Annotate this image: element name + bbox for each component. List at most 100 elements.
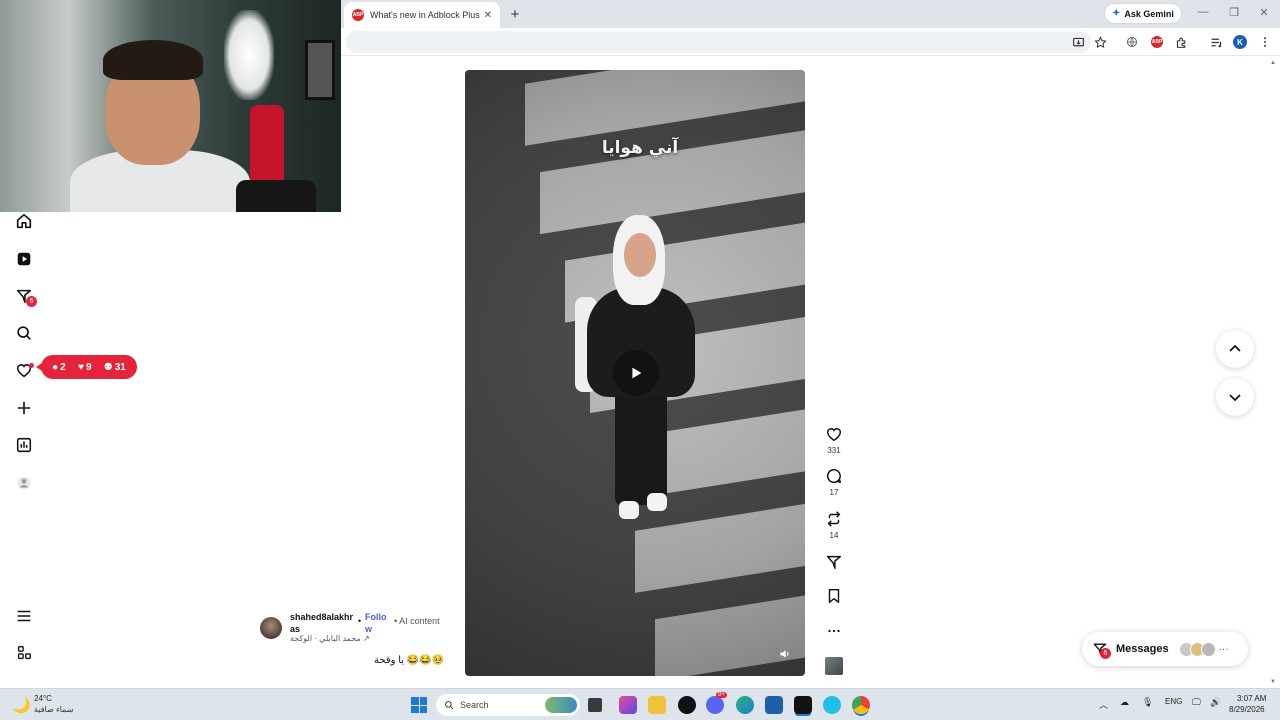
weather-description[interactable]: سماء صافية [34, 705, 74, 714]
tab-title: What's new in Adblock Plus [370, 10, 480, 20]
globe-extension-icon[interactable] [1124, 34, 1140, 50]
audio-attribution[interactable]: ↗ محمد البابلي · الوكحة [290, 634, 370, 643]
windows-start-icon[interactable] [411, 697, 427, 713]
extensions-puzzle-icon[interactable] [1173, 34, 1189, 50]
like-button[interactable]: 331 [822, 425, 846, 455]
close-window-icon[interactable]: ✕ [1257, 6, 1271, 19]
save-button[interactable] [822, 587, 846, 605]
edge-icon[interactable] [736, 696, 754, 714]
profile-icon[interactable] [13, 472, 35, 494]
new-tab-button[interactable]: + [506, 5, 524, 23]
volume-icon[interactable] [777, 646, 793, 662]
heart-icon [826, 428, 842, 442]
windows-taskbar: 🌙 24°C سماء صافية Search 9+ ︿ ☁ 🎙 ENG 🖵 … [0, 688, 1280, 720]
ask-gemini-button[interactable]: ✦ Ask Gemini [1105, 4, 1181, 23]
send-icon [826, 555, 842, 570]
task-view-icon[interactable] [588, 698, 602, 712]
clock-time[interactable]: 3:07 AM [1237, 694, 1266, 703]
create-plus-icon[interactable] [13, 397, 35, 419]
ask-gemini-label: Ask Gemini [1124, 8, 1174, 19]
opera-gx-icon[interactable] [678, 696, 696, 714]
microphone-icon[interactable]: 🎙 [1142, 697, 1153, 708]
bookmark-star-icon[interactable] [1092, 34, 1108, 50]
chevron-up-icon [1229, 344, 1241, 352]
tray-overflow-icon[interactable]: ︿ [1099, 698, 1108, 711]
speaker-icon[interactable]: 🔊 [1210, 697, 1221, 708]
weather-temperature[interactable]: 24°C [34, 694, 52, 703]
browser-toolbar: ABP K [340, 28, 1280, 56]
moon-weather-icon[interactable]: 🌙 [12, 696, 31, 714]
also-from-meta-icon[interactable] [13, 642, 35, 664]
scrollbar-down-arrow[interactable]: ▼ [1270, 679, 1276, 685]
dashboard-icon[interactable] [13, 434, 35, 456]
webcam-overlay [0, 0, 341, 212]
adblock-extension-icon[interactable]: ABP [1151, 36, 1163, 48]
audio-thumbnail[interactable] [825, 657, 843, 675]
monitor-icon[interactable]: 🖵 [1192, 697, 1201, 708]
send-icon: 6 [1092, 641, 1111, 659]
messages-badge: 6 [1100, 648, 1111, 659]
minimize-icon[interactable]: — [1196, 6, 1210, 18]
activity-comments: ● 2 [52, 362, 66, 373]
gemini-spark-icon: ✦ [1112, 8, 1121, 19]
activity-summary-pill[interactable]: ● 2 ♥ 9 ⚉ 31 [36, 355, 137, 379]
search-icon [445, 701, 454, 710]
messages-button[interactable]: 6 Messages ··· [1082, 632, 1248, 666]
address-bar[interactable] [346, 31, 1091, 53]
comment-count: 17 [829, 488, 839, 497]
comment-icon [826, 468, 842, 484]
network-cloud-icon[interactable]: ☁ [1120, 697, 1129, 708]
copilot-icon[interactable] [619, 696, 637, 714]
search-icon[interactable] [13, 322, 35, 344]
install-app-icon[interactable] [1070, 34, 1086, 50]
play-icon[interactable] [613, 350, 659, 396]
author-avatar[interactable] [260, 617, 282, 639]
avatar [1200, 641, 1216, 657]
chrome-icon[interactable] [852, 696, 870, 714]
repost-icon [827, 511, 841, 527]
tab-close-button[interactable]: ✕ [484, 10, 492, 21]
previous-reel-button[interactable] [1216, 330, 1254, 368]
notifications-badge: 6 [26, 296, 37, 307]
discord-icon[interactable] [706, 696, 724, 714]
refresh-app-icon[interactable] [823, 696, 841, 714]
ellipsis-icon [828, 629, 840, 633]
adblock-favicon: ABP [352, 9, 364, 21]
media-control-icon[interactable] [1208, 34, 1224, 50]
activity-followers-count: 31 [114, 361, 126, 373]
browser-tab[interactable]: ABP What's new in Adblock Plus ✕ [344, 2, 500, 28]
next-reel-button[interactable] [1216, 378, 1254, 416]
activity-followers: ⚉ 31 [104, 362, 126, 373]
follow-button[interactable]: Follow [365, 611, 389, 635]
comment-button[interactable]: 17 [822, 467, 846, 497]
taskbar-search[interactable]: Search [436, 694, 580, 716]
microsoft-store-icon[interactable] [765, 696, 783, 714]
search-placeholder: Search [460, 700, 489, 710]
reels-icon[interactable] [13, 248, 35, 270]
terminal-icon[interactable] [794, 696, 812, 714]
browser-menu-icon[interactable] [1257, 34, 1273, 50]
more-options-button[interactable] [822, 622, 846, 640]
messages-label: Messages [1116, 643, 1169, 655]
home-icon[interactable] [13, 210, 35, 232]
activity-comments-count: 2 [60, 361, 66, 373]
profile-avatar[interactable]: K [1233, 35, 1247, 49]
repost-button[interactable]: 14 [822, 510, 846, 540]
file-explorer-icon[interactable] [648, 696, 666, 714]
language-indicator[interactable]: ENG [1165, 697, 1182, 706]
scrollbar-up-arrow[interactable]: ▲ [1270, 60, 1276, 66]
restore-icon[interactable]: ❐ [1227, 6, 1241, 19]
separator-dot: • [358, 616, 362, 626]
activity-likes-count: 9 [85, 361, 92, 373]
clock-date[interactable]: 8/29/2026 [1229, 705, 1265, 714]
reel-video[interactable]: آني هوايا [465, 70, 805, 676]
person-icon: ⚉ [103, 361, 113, 373]
comment-icon: ● [52, 361, 59, 373]
author-username[interactable]: shahed8alakhras [290, 611, 354, 635]
activity-likes: ♥ 9 [78, 362, 92, 373]
heart-icon: ♥ [78, 361, 84, 373]
share-button[interactable] [822, 553, 846, 571]
more-menu-icon[interactable] [13, 605, 35, 627]
messages-more-icon: ··· [1218, 643, 1229, 655]
video-text-overlay: آني هوايا [601, 138, 679, 158]
